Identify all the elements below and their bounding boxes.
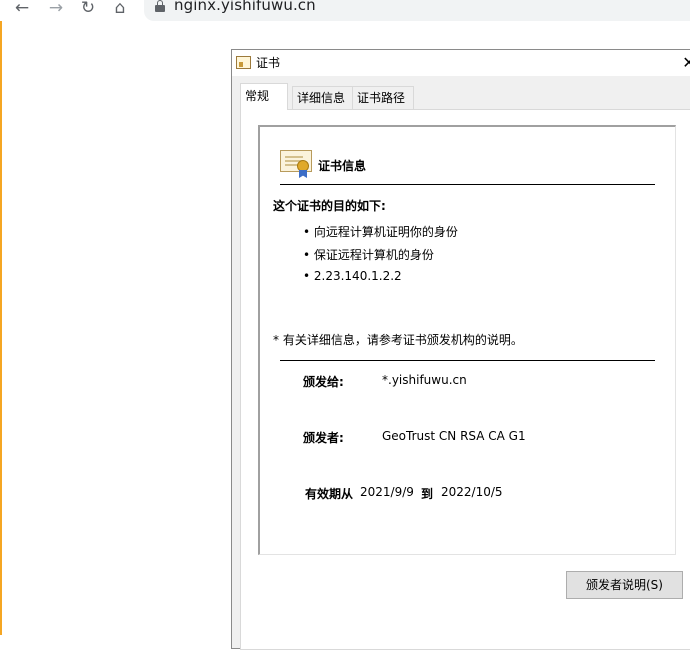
purpose-title: 这个证书的目的如下: bbox=[273, 199, 386, 213]
certificate-seal-icon bbox=[280, 150, 312, 178]
valid-to-label: 到 bbox=[421, 487, 434, 501]
issuer-statement-button[interactable]: 颁发者说明(S) bbox=[566, 571, 683, 599]
divider bbox=[280, 360, 655, 361]
reload-icon[interactable]: ↻ bbox=[78, 0, 98, 18]
valid-from-label: 有效期从 bbox=[305, 487, 354, 501]
issued-to-label: 颁发给: bbox=[303, 375, 344, 389]
certificate-info-box: 证书信息 这个证书的目的如下: • 向远程计算机证明你的身份 • 保证远程计算机… bbox=[258, 125, 676, 555]
address-bar[interactable]: nginx.yishifuwu.cn bbox=[144, 0, 690, 21]
browser-toolbar: ← → ↻ ⌂ nginx.yishifuwu.cn bbox=[0, 0, 690, 21]
dialog-title: 证书 bbox=[256, 56, 281, 70]
lock-icon[interactable] bbox=[155, 0, 165, 12]
issued-by-value: GeoTrust CN RSA CA G1 bbox=[382, 429, 526, 443]
tab-certification-path[interactable]: 证书路径 bbox=[352, 86, 414, 109]
purpose-item: • 向远程计算机证明你的身份 bbox=[303, 225, 458, 239]
tab-details[interactable]: 详细信息 bbox=[292, 86, 354, 109]
purpose-item: • 保证远程计算机的身份 bbox=[303, 248, 434, 262]
certificate-info-heading: 证书信息 bbox=[318, 159, 367, 173]
close-icon[interactable]: ✕ bbox=[678, 52, 690, 74]
general-tab-panel: 证书信息 这个证书的目的如下: • 向远程计算机证明你的身份 • 保证远程计算机… bbox=[240, 109, 690, 650]
valid-to-value: 2022/10/5 bbox=[441, 485, 503, 499]
details-note: * 有关详细信息，请参考证书颁发机构的说明。 bbox=[273, 333, 523, 347]
purpose-item: • 2.23.140.1.2.2 bbox=[303, 269, 402, 283]
dialog-titlebar[interactable]: 证书 ✕ bbox=[232, 50, 690, 76]
url-text[interactable]: nginx.yishifuwu.cn bbox=[174, 0, 316, 14]
certificate-dialog: 证书 ✕ 常规 详细信息 证书路径 证书信息 这个证书的目的如下: • 向远程计… bbox=[231, 49, 690, 650]
window-edge bbox=[0, 21, 2, 635]
home-icon[interactable]: ⌂ bbox=[110, 0, 130, 18]
issued-to-value: *.yishifuwu.cn bbox=[382, 373, 467, 387]
valid-from-value: 2021/9/9 bbox=[360, 485, 414, 499]
issued-by-label: 颁发者: bbox=[303, 431, 344, 445]
back-arrow-icon[interactable]: ← bbox=[12, 0, 32, 18]
forward-arrow-icon[interactable]: → bbox=[46, 0, 66, 18]
certificate-icon bbox=[236, 56, 251, 69]
divider bbox=[280, 184, 655, 185]
tab-general[interactable]: 常规 bbox=[240, 83, 288, 110]
